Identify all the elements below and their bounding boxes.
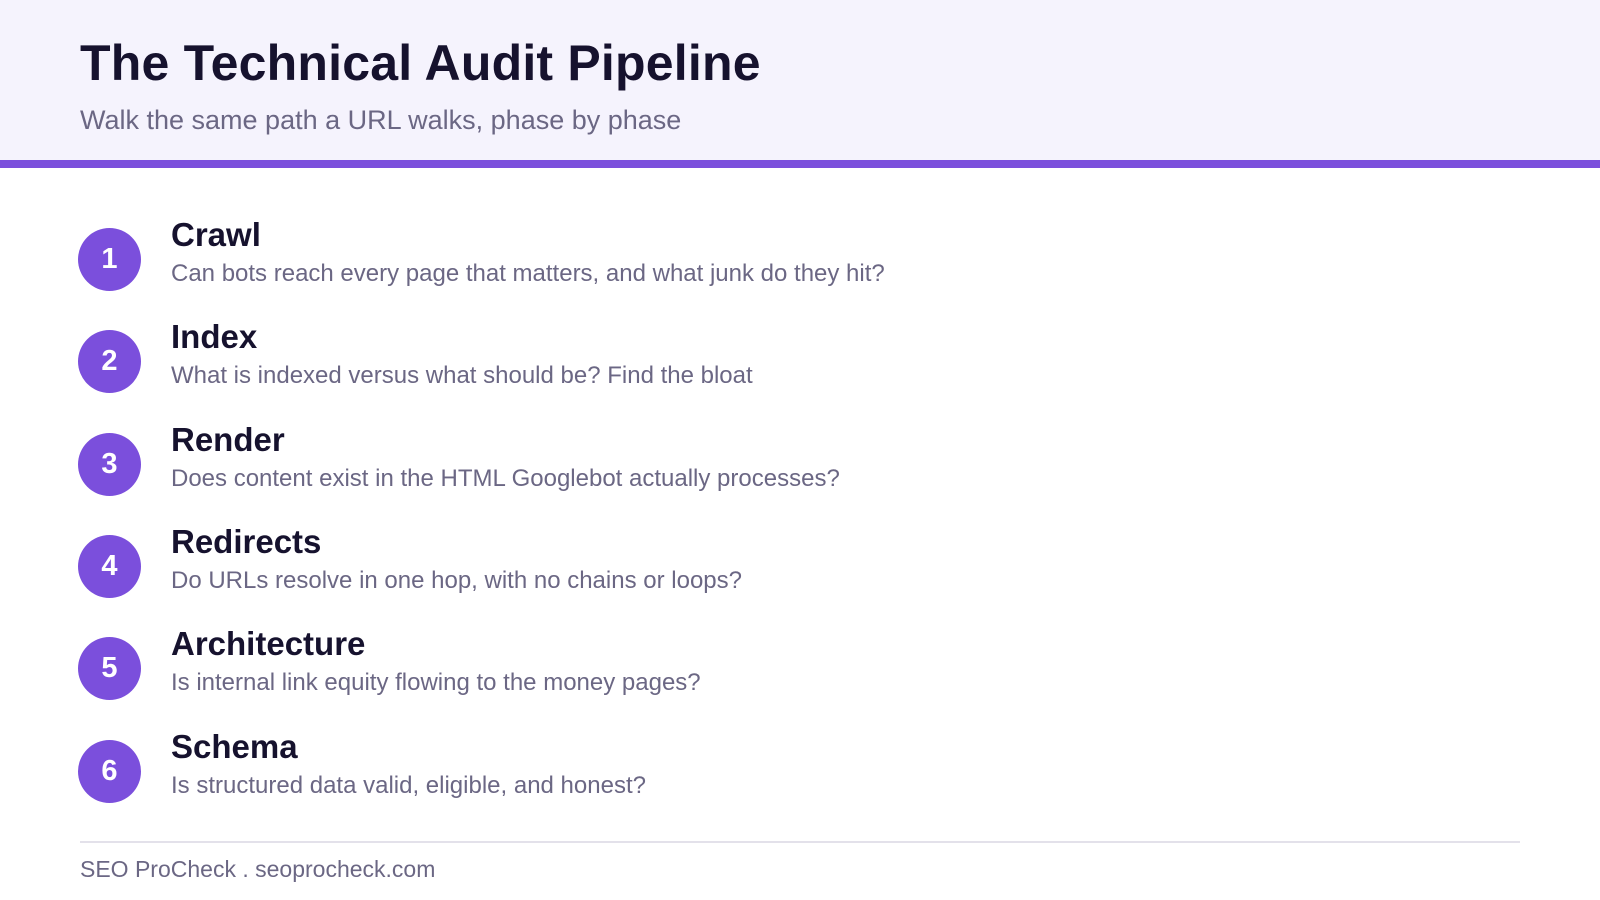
step-schema: 6 Schema Is structured data valid, eligi… xyxy=(0,728,1600,818)
step-number-badge: 6 xyxy=(78,740,141,803)
step-description: Do URLs resolve in one hop, with no chai… xyxy=(171,567,742,594)
step-title: Architecture xyxy=(171,625,366,662)
footer-text: SEO ProCheck . seoprocheck.com xyxy=(80,856,436,882)
slide: The Technical Audit Pipeline Walk the sa… xyxy=(0,0,1600,900)
step-redirects: 4 Redirects Do URLs resolve in one hop, … xyxy=(0,523,1600,613)
step-title: Index xyxy=(171,318,258,355)
step-description: Is structured data valid, eligible, and … xyxy=(171,772,646,799)
step-crawl: 1 Crawl Can bots reach every page that m… xyxy=(0,216,1600,306)
step-number-badge: 4 xyxy=(78,535,141,598)
step-title: Redirects xyxy=(171,523,322,560)
step-description: Is internal link equity flowing to the m… xyxy=(171,669,701,696)
step-architecture: 5 Architecture Is internal link equity f… xyxy=(0,625,1600,715)
step-description: Does content exist in the HTML Googlebot… xyxy=(171,465,840,492)
step-description: Can bots reach every page that matters, … xyxy=(171,260,885,287)
step-number-badge: 1 xyxy=(78,228,141,291)
step-index: 2 Index What is indexed versus what shou… xyxy=(0,318,1600,408)
footer-divider xyxy=(80,841,1520,843)
step-number-badge: 5 xyxy=(78,637,141,700)
step-title: Crawl xyxy=(171,216,261,253)
step-number-badge: 2 xyxy=(78,330,141,393)
step-number-badge: 3 xyxy=(78,433,141,496)
step-title: Schema xyxy=(171,728,298,765)
step-title: Render xyxy=(171,421,285,458)
step-description: What is indexed versus what should be? F… xyxy=(171,362,753,389)
step-render: 3 Render Does content exist in the HTML … xyxy=(0,421,1600,511)
pipeline-steps: 1 Crawl Can bots reach every page that m… xyxy=(0,0,1600,900)
